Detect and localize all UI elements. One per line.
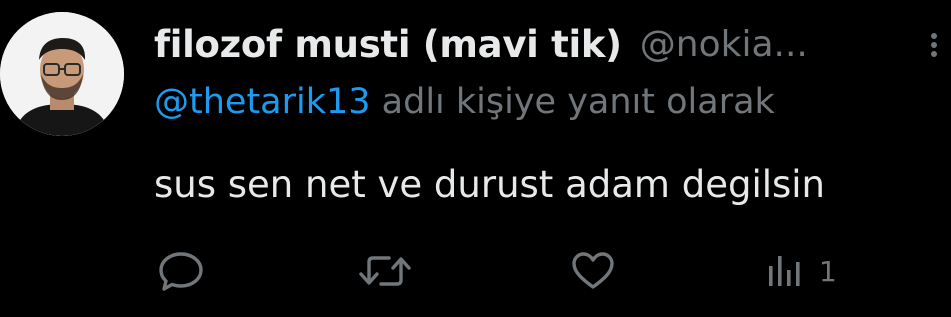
retweet-button[interactable] xyxy=(357,248,413,294)
avatar-photo xyxy=(0,12,124,136)
views-chart-icon xyxy=(769,256,800,286)
heart-icon xyxy=(572,252,614,289)
views-button[interactable]: 1 xyxy=(763,248,837,294)
author-display-name[interactable]: filozof musti (mavi tik) xyxy=(154,23,622,66)
reply-button[interactable] xyxy=(156,248,206,294)
author-handle[interactable]: @nokia... xyxy=(640,24,808,65)
more-options-button[interactable] xyxy=(930,30,951,60)
avatar[interactable] xyxy=(0,12,124,136)
tweet-text: sus sen net ve durust adam degilsin xyxy=(154,163,826,206)
like-button[interactable] xyxy=(568,248,618,294)
more-dots-icon xyxy=(931,33,937,57)
tweet-header: filozof musti (mavi tik) @nokia... xyxy=(154,14,808,74)
tweet-card[interactable]: filozof musti (mavi tik) @nokia... @thet… xyxy=(0,0,951,317)
views-count: 1 xyxy=(819,254,837,288)
reply-context-suffix: adlı kişiye yanıt olarak xyxy=(370,82,775,122)
reply-context: @thetarik13 adlı kişiye yanıt olarak xyxy=(154,82,775,122)
reply-mention-link[interactable]: @thetarik13 xyxy=(154,82,371,122)
tweet-actions: 1 xyxy=(0,248,951,294)
comment-icon xyxy=(159,252,203,291)
retweet-icon xyxy=(359,256,411,286)
